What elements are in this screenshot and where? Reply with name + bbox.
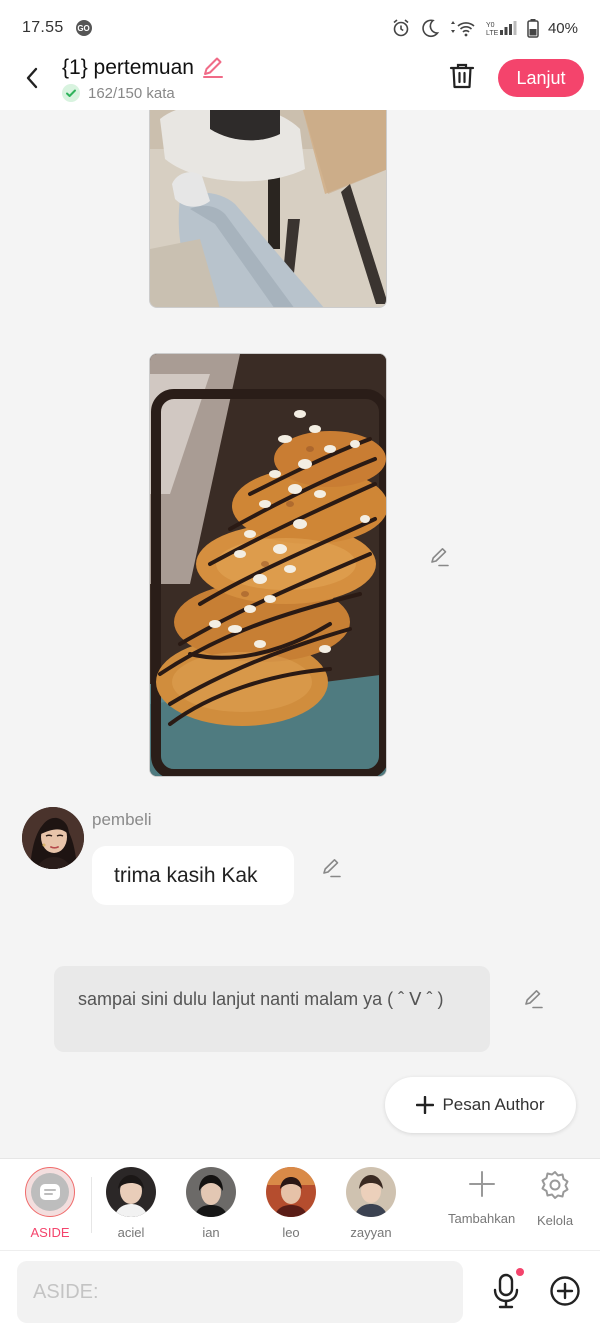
photo-bread-chocolate[interactable] <box>149 353 387 777</box>
moon-icon <box>422 19 440 38</box>
editor-header: {1} pertemuan 162/150 kata Lanjut <box>0 56 600 110</box>
status-icons: Y0 LTE 40% <box>391 18 578 38</box>
plus-circle-icon <box>550 1276 580 1306</box>
sender-name: pembeli <box>92 810 152 829</box>
voice-input-button[interactable] <box>490 1268 524 1311</box>
pencil-icon <box>431 548 449 567</box>
edit-photo-button[interactable] <box>428 546 450 568</box>
check-icon <box>62 84 80 102</box>
story-chat-area[interactable]: pembeli trima kasih Kak sampai sini dulu… <box>0 110 600 1158</box>
character-leo[interactable]: leo <box>251 1167 331 1240</box>
input-bar <box>0 1250 600 1333</box>
chapter-title: {1} pertemuan <box>62 56 194 79</box>
character-ian[interactable]: ian <box>171 1167 251 1240</box>
go-app-icon: GO <box>75 20 92 36</box>
avatar-aciel <box>106 1167 156 1217</box>
notification-dot <box>516 1268 524 1276</box>
attach-button[interactable] <box>549 1275 581 1307</box>
manage-characters-label: Kelola <box>537 1213 574 1228</box>
edit-message-button[interactable] <box>320 857 342 879</box>
svg-text:Y0: Y0 <box>486 22 495 29</box>
next-button[interactable]: Lanjut <box>498 59 584 97</box>
message-input[interactable] <box>17 1261 463 1323</box>
title-block: {1} pertemuan 162/150 kata <box>62 56 226 102</box>
character-zayyan[interactable]: zayyan <box>331 1167 411 1240</box>
avatar-pembeli[interactable] <box>22 807 84 869</box>
status-time: 17.55 <box>22 19 64 36</box>
avatar-zayyan <box>346 1167 396 1217</box>
character-bar: ASIDE aciel ian leo zayyan Tambahkan Kel… <box>0 1158 600 1250</box>
character-aciel[interactable]: aciel <box>91 1167 171 1240</box>
character-label: leo <box>282 1225 300 1240</box>
trash-icon <box>449 63 475 89</box>
edit-aside-button[interactable] <box>522 988 544 1010</box>
add-character-button[interactable]: Tambahkan <box>448 1169 515 1226</box>
chat-bubble-icon <box>40 1184 60 1200</box>
word-count: 162/150 kata <box>88 84 175 102</box>
wifi-icon <box>450 21 475 37</box>
edit-title-button[interactable] <box>200 55 226 81</box>
character-label: ASIDE <box>30 1225 70 1240</box>
battery-percent: 40% <box>547 19 578 37</box>
pencil-icon <box>202 57 223 78</box>
aside-avatar <box>25 1167 75 1217</box>
gear-icon <box>541 1171 569 1199</box>
svg-text:LTE: LTE <box>486 30 499 37</box>
chevron-left-icon <box>26 67 38 89</box>
pencil-icon <box>323 859 341 878</box>
delete-button[interactable] <box>448 62 476 90</box>
pencil-icon <box>525 990 543 1009</box>
photo-legs-chair[interactable] <box>149 110 387 308</box>
plus-icon <box>416 1096 435 1114</box>
add-character-label: Tambahkan <box>448 1211 516 1226</box>
character-aside[interactable]: ASIDE <box>10 1167 90 1240</box>
alarm-icon <box>393 19 409 37</box>
character-label: aciel <box>117 1225 145 1240</box>
author-message-label: Pesan Author <box>442 1095 545 1114</box>
signal-icon: Y0LTE <box>486 21 517 37</box>
character-label: ian <box>202 1225 220 1240</box>
plus-icon <box>468 1171 495 1197</box>
author-message-button[interactable]: Pesan Author <box>385 1077 576 1133</box>
microphone-icon <box>493 1273 519 1309</box>
avatar-ian <box>186 1167 236 1217</box>
character-label: zayyan <box>350 1225 392 1240</box>
back-button[interactable] <box>18 64 46 92</box>
manage-characters-button[interactable]: Kelola <box>537 1169 573 1228</box>
message-bubble[interactable]: trima kasih Kak <box>92 846 294 905</box>
aside-bubble[interactable]: sampai sini dulu lanjut nanti malam ya (… <box>54 966 490 1052</box>
status-bar: 17.55 GO Y0 LTE 40% <box>0 0 600 56</box>
battery-icon <box>527 19 539 38</box>
avatar-leo <box>266 1167 316 1217</box>
